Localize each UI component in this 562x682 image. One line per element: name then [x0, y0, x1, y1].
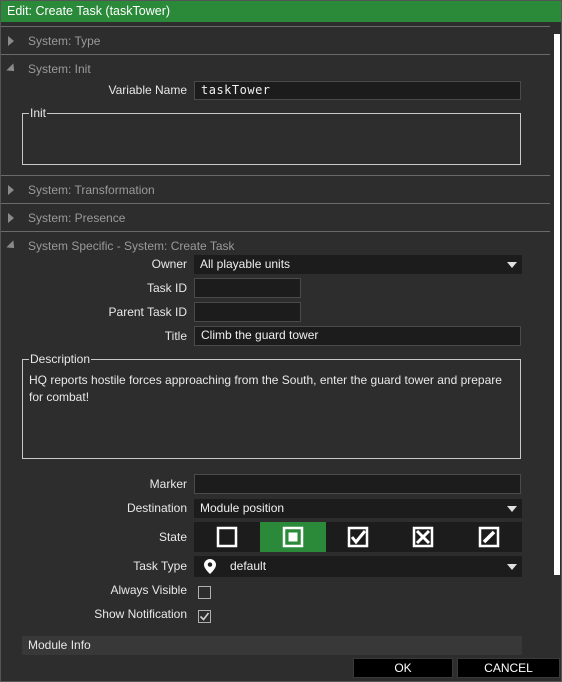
parent-task-id-input[interactable]	[194, 302, 301, 322]
square-in-square-icon	[282, 526, 304, 548]
always-visible-checkbox[interactable]	[198, 586, 211, 599]
scrollbar[interactable]	[554, 22, 560, 655]
triangle-right-icon	[8, 36, 14, 46]
module-info-header[interactable]: Module Info	[22, 636, 522, 655]
section-system-type[interactable]: System: Type	[1, 26, 550, 54]
ok-button[interactable]: OK	[353, 658, 453, 678]
task-id-label: Task ID	[146, 281, 187, 295]
state-succeeded-button[interactable]	[325, 522, 391, 552]
section-system-presence[interactable]: System: Presence	[1, 203, 550, 231]
x-icon	[412, 526, 434, 548]
section-label: System: Presence	[28, 211, 126, 225]
variable-name-label: Variable Name	[108, 83, 187, 97]
scrollbar-thumb[interactable]	[554, 34, 560, 575]
destination-value: Module position	[200, 501, 285, 515]
section-system-transformation[interactable]: System: Transformation	[1, 175, 550, 203]
description-text[interactable]: HQ reports hostile forces approaching fr…	[29, 372, 514, 406]
description-label: Description	[29, 352, 92, 366]
destination-dropdown[interactable]: Module position	[194, 499, 522, 518]
edit-dialog: Edit: Create Task (taskTower) System: Ty…	[0, 0, 562, 682]
section-label: System: Transformation	[28, 183, 155, 197]
attributes-panel: System: Type System: Init Variable Name …	[1, 22, 561, 655]
chevron-down-icon	[507, 564, 517, 570]
title-label: Title	[164, 329, 187, 343]
state-none-button[interactable]	[194, 522, 260, 552]
show-notification-checkbox[interactable]	[198, 610, 211, 623]
triangle-right-icon	[8, 213, 14, 223]
state-toolbox	[194, 522, 522, 552]
chevron-down-icon	[507, 262, 517, 268]
state-label: State	[158, 530, 187, 544]
pencil-icon	[478, 526, 500, 548]
section-label: System: Init	[28, 62, 91, 76]
empty-square-icon	[216, 526, 238, 548]
task-type-label: Task Type	[133, 559, 187, 573]
title-input[interactable]: Climb the guard tower	[194, 326, 521, 346]
show-notification-label: Show Notification	[94, 607, 187, 621]
variable-name-input[interactable]: taskTower	[194, 81, 521, 100]
checkmark-icon	[347, 526, 369, 548]
description-group[interactable]: Description HQ reports hostile forces ap…	[22, 352, 521, 459]
owner-label: Owner	[151, 257, 187, 271]
state-failed-button[interactable]	[390, 522, 456, 552]
checkmark-icon	[199, 612, 210, 621]
section-system-init[interactable]: System: Init	[1, 54, 550, 82]
task-type-value: default	[230, 559, 267, 573]
always-visible-label: Always Visible	[110, 583, 187, 597]
task-id-input[interactable]	[194, 278, 301, 298]
section-label: System Specific - System: Create Task	[28, 239, 235, 253]
marker-input[interactable]	[194, 474, 521, 494]
marker-label: Marker	[149, 477, 187, 491]
window-title: Edit: Create Task (taskTower)	[1, 1, 561, 22]
triangle-down-icon	[6, 63, 18, 75]
chevron-down-icon	[507, 506, 517, 512]
owner-value: All playable units	[200, 257, 291, 271]
task-type-dropdown[interactable]: default	[194, 556, 522, 577]
cancel-button[interactable]: CANCEL	[457, 658, 560, 678]
triangle-down-icon	[6, 240, 18, 252]
parent-task-id-label: Parent Task ID	[108, 305, 187, 319]
destination-label: Destination	[126, 501, 187, 515]
triangle-right-icon	[8, 185, 14, 195]
init-group-label: Init	[29, 106, 48, 120]
state-assigned-button[interactable]	[260, 522, 326, 552]
init-group[interactable]: Init	[22, 106, 521, 165]
map-pin-icon	[204, 559, 216, 574]
owner-dropdown[interactable]: All playable units	[194, 255, 522, 274]
section-label: System: Type	[28, 34, 101, 48]
state-canceled-button[interactable]	[456, 522, 522, 552]
